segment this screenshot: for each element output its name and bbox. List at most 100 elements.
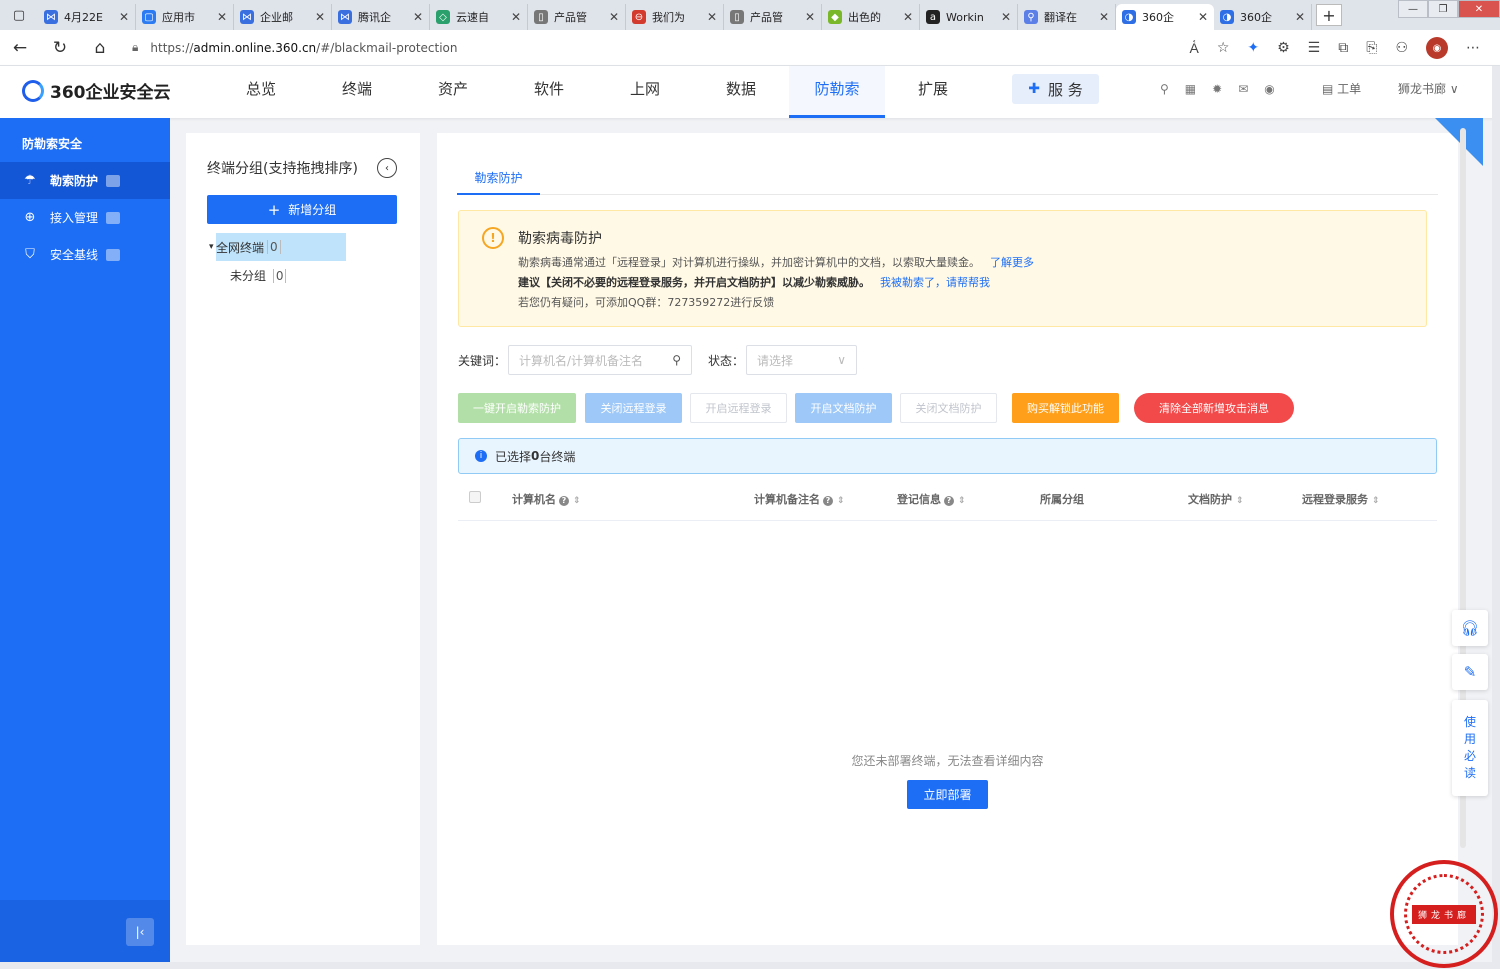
nav-item[interactable]: 扩展 [885,66,981,118]
close-tab-icon[interactable]: ✕ [413,10,423,24]
browser-tab[interactable]: ▢ 应用市 ✕ [136,4,234,30]
browser-tab[interactable]: ◇ 云速自 ✕ [430,4,528,30]
nav-item[interactable]: 上网 [597,66,693,118]
close-tab-icon[interactable]: ✕ [315,10,325,24]
sidebar-item-ransom-protection[interactable]: ☂ 勒索防护 [0,162,170,199]
nav-item[interactable]: 资产 [405,66,501,118]
browser-tab[interactable]: ⋈ 企业邮 ✕ [234,4,332,30]
enable-document-protection-button[interactable]: 开启文档防护 [795,393,892,423]
status-select[interactable]: 请选择 ∨ [746,345,858,375]
back-icon[interactable]: ← [0,38,40,58]
close-tab-icon[interactable]: ✕ [903,10,913,24]
nav-item[interactable]: 防勒索 [789,66,885,118]
user-menu[interactable]: 狮龙书廊 ∨ [1398,80,1459,97]
profile-sync-icon[interactable]: ⚇ [1395,40,1408,56]
help-icon[interactable]: ? [559,496,569,506]
qr-code-icon[interactable]: ▦ [1185,82,1196,96]
logo[interactable]: 360企业安全云 [22,78,171,103]
minimize-button[interactable]: — [1398,0,1428,18]
clear-attack-messages-button[interactable]: 清除全部新增攻击消息 [1134,393,1294,423]
browser-tab[interactable]: ⚲ 翻译在 ✕ [1018,4,1116,30]
sidebar-item-access-management[interactable]: ⊕ 接入管理 [0,199,170,236]
browser-tab[interactable]: ▯ 产品管 ✕ [528,4,626,30]
collapse-sidebar-button[interactable]: |‹ [126,918,154,946]
nav-item[interactable]: 终端 [309,66,405,118]
sidebar-item-security-baseline[interactable]: ⛉ 安全基线 [0,236,170,273]
column-document-protection[interactable]: 文档防护 ⇕ [1188,491,1244,507]
home-icon[interactable]: ⌂ [80,38,120,58]
close-tab-icon[interactable]: ✕ [1001,10,1011,24]
close-tab-icon[interactable]: ✕ [1099,10,1109,24]
tab-actions-icon[interactable]: ▢ [0,0,38,30]
browser-tab[interactable]: a Workin ✕ [920,4,1018,30]
close-tab-icon[interactable]: ✕ [217,10,227,24]
column-remote-login[interactable]: 远程登录服务 ⇕ [1302,491,1380,507]
more-icon[interactable]: ⋯ [1466,40,1480,56]
caret-down-icon[interactable]: ▾ [209,242,214,252]
browser-tab[interactable]: ▯ 产品管 ✕ [724,4,822,30]
avatar[interactable]: ◉ [1426,37,1448,59]
browser-tab[interactable]: ⊖ 我们为 ✕ [626,4,724,30]
settings-icon[interactable]: ◉ [1264,82,1274,96]
close-tab-icon[interactable]: ✕ [805,10,815,24]
new-tab-button[interactable]: + [1316,4,1342,26]
nav-item[interactable]: 软件 [501,66,597,118]
learn-more-link[interactable]: 了解更多 [990,256,1034,269]
sort-icon[interactable]: ⇕ [1372,496,1380,506]
refresh-icon[interactable]: ↻ [40,38,80,58]
buy-unlock-button[interactable]: 购买解锁此功能 [1012,393,1119,423]
close-window-button[interactable]: ✕ [1458,0,1500,18]
disable-document-protection-button[interactable]: 关闭文档防护 [900,393,997,423]
sort-icon[interactable]: ⇕ [837,496,845,506]
column-registration-info[interactable]: 登记信息? ⇕ [897,491,966,507]
puzzle-icon[interactable]: ⚙ [1277,40,1290,56]
close-tab-icon[interactable]: ✕ [707,10,717,24]
maximize-button[interactable]: ❐ [1428,0,1458,18]
disable-remote-login-button[interactable]: 关闭远程登录 [585,393,682,423]
favorites-icon[interactable]: ☰ [1308,40,1321,56]
sort-icon[interactable]: ⇕ [573,496,581,506]
nav-item[interactable]: 总览 [213,66,309,118]
gear-icon[interactable]: ✹ [1212,82,1222,96]
enable-ransom-protection-button[interactable]: 一键开启勒索防护 [458,393,576,423]
close-tab-icon[interactable]: ✕ [1198,10,1208,24]
column-computer-remark[interactable]: 计算机备注名? ⇕ [754,491,845,507]
url-field[interactable]: 🔒︎ https://admin.online.360.cn/#/blackma… [132,40,1132,55]
edit-icon[interactable]: ✎ [1452,654,1488,690]
enable-remote-login-button[interactable]: 开启远程登录 [690,393,787,423]
must-read-button[interactable]: 使 用 必 读 [1452,700,1488,796]
sort-icon[interactable]: ⇕ [958,496,966,506]
close-tab-icon[interactable]: ✕ [119,10,129,24]
close-tab-icon[interactable]: ✕ [609,10,619,24]
browser-tab[interactable]: ⋈ 腾讯企 ✕ [332,4,430,30]
tab-ransom-protection[interactable]: 勒索防护 [457,161,540,195]
browser-tab[interactable]: ⋈ 4月22E ✕ [38,4,136,30]
read-aloud-icon[interactable]: A᷾ [1189,40,1198,57]
tree-node-ungrouped[interactable]: 未分组 0 [230,267,287,284]
extension-icon[interactable]: ✦ [1247,40,1259,56]
service-button[interactable]: ✚ 服 务 [1012,74,1099,104]
browser-tab[interactable]: ◑ 360企 ✕ [1116,4,1214,30]
work-order-button[interactable]: ▤ 工单 [1322,80,1361,97]
browser-tab[interactable]: ◑ 360企 ✕ [1214,4,1312,30]
share-icon[interactable]: ⎘ [1366,40,1377,56]
favorite-add-icon[interactable]: ☆ [1217,40,1230,56]
headset-icon[interactable]: 🎧︎ [1452,610,1488,646]
add-group-button[interactable]: + 新增分组 [207,195,397,224]
close-tab-icon[interactable]: ✕ [511,10,521,24]
help-link[interactable]: 我被勒索了，请帮帮我 [880,276,990,289]
mail-icon[interactable]: ✉ [1238,82,1248,96]
search-icon[interactable]: ⚲ [1160,82,1169,96]
column-computer-name[interactable]: 计算机名? ⇕ [512,491,581,507]
close-tab-icon[interactable]: ✕ [1295,10,1305,24]
sort-icon[interactable]: ⇕ [1236,496,1244,506]
help-icon[interactable]: ? [944,496,954,506]
collapse-left-icon[interactable]: ‹ [377,158,397,178]
tree-node-all-terminals[interactable]: ▾ 全网终端 0 [209,233,346,261]
search-icon[interactable]: ⚲ [672,353,681,367]
select-all-checkbox[interactable] [469,491,481,503]
help-icon[interactable]: ? [823,496,833,506]
browser-tab[interactable]: ◆ 出色的 ✕ [822,4,920,30]
nav-item[interactable]: 数据 [693,66,789,118]
collections-icon[interactable]: ⧉ [1338,40,1348,56]
